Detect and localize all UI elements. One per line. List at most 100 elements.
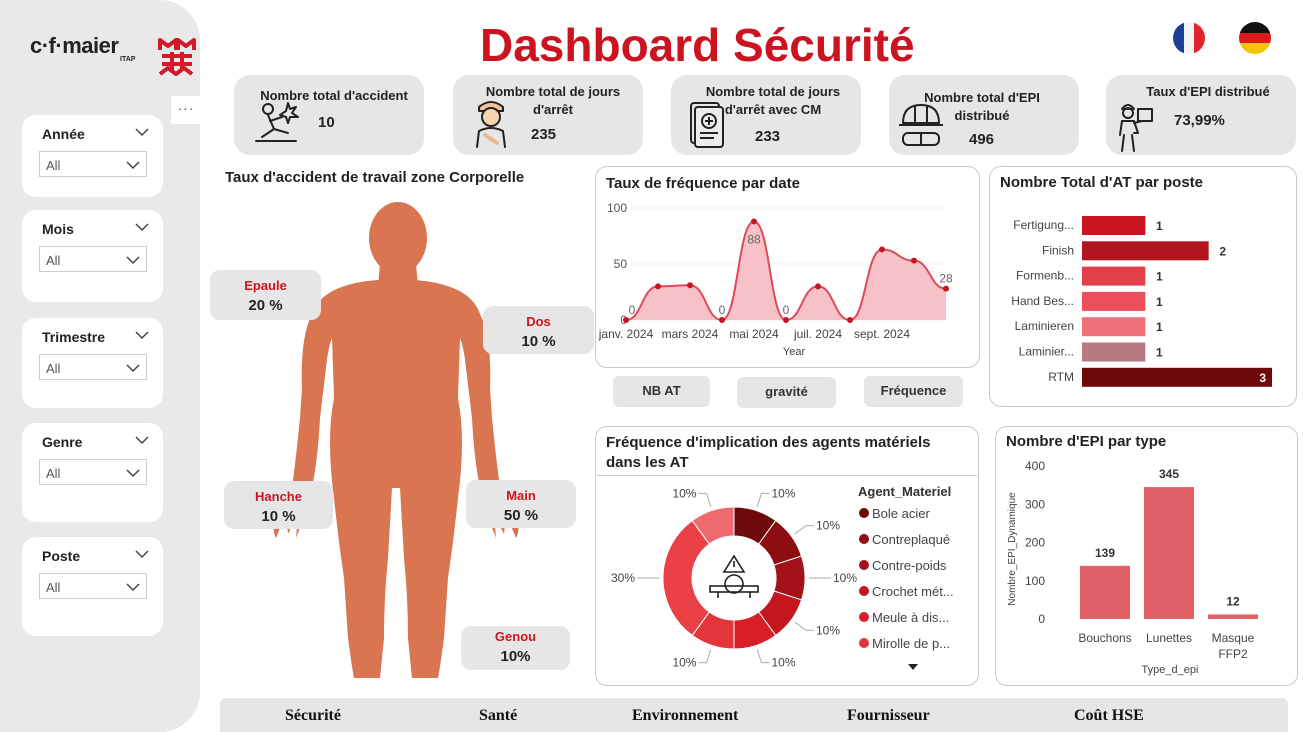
- category-label: Laminieren: [1015, 319, 1074, 333]
- x-tick-label: sept. 2024: [854, 327, 910, 341]
- filter-value: All: [46, 158, 61, 173]
- slice-label: 10%: [833, 571, 857, 585]
- zone-knee: Genou 10%: [461, 626, 570, 670]
- y-tick-label: 0: [1038, 612, 1045, 626]
- brand-logo-mark-icon: [158, 38, 196, 76]
- data-point: [943, 285, 949, 292]
- filter-label: Mois: [42, 221, 74, 237]
- category-label: Laminier...: [1019, 345, 1074, 359]
- bar: [1082, 266, 1146, 286]
- filter-select[interactable]: All: [39, 246, 147, 272]
- kpi-value: 233: [755, 128, 781, 145]
- y-tick-label: 300: [1025, 497, 1045, 511]
- warning-saw-icon: [702, 546, 766, 610]
- chevron-down-icon: [126, 364, 140, 373]
- y-tick-label: 400: [1025, 459, 1045, 473]
- brand-logo-text: c·f·maier: [30, 33, 119, 58]
- gravity-button[interactable]: gravité: [737, 377, 836, 408]
- bar: [1208, 614, 1258, 619]
- ppe-by-type-chart[interactable]: 0 100 200 300 400 139 Bouchons 345 Lunettes 12 Mas…: [996, 452, 1296, 684]
- more-options-button[interactable]: ···: [171, 96, 201, 124]
- nav-sante[interactable]: Santé: [479, 707, 517, 725]
- triangle-down-icon: [908, 664, 918, 670]
- x-tick-label: juil. 2024: [793, 327, 842, 341]
- bar-value-label: 12: [1226, 594, 1240, 608]
- kpi-card-ppe-rate: Taux d'EPI distribué 73,99%: [1106, 75, 1296, 155]
- category-label: Formenb...: [1016, 269, 1074, 283]
- zone-hand: Main 50 %: [466, 480, 576, 528]
- filter-3: Genre All: [22, 423, 163, 522]
- chevron-down-icon[interactable]: [135, 330, 149, 340]
- nav-fournisseur[interactable]: Fournisseur: [847, 707, 930, 725]
- zone-name: Main: [506, 488, 536, 503]
- data-label: 0: [719, 303, 726, 317]
- category-label: Finish: [1042, 243, 1074, 257]
- legend-label: Mirolle de p...: [872, 636, 950, 651]
- bar-value-label: 2: [1219, 244, 1226, 258]
- filter-select[interactable]: All: [39, 459, 147, 485]
- chevron-down-icon[interactable]: [135, 222, 149, 232]
- category-label: FFP2: [1218, 647, 1248, 661]
- filter-value: All: [46, 361, 61, 376]
- chevron-down-icon: [126, 161, 140, 170]
- data-label: 0: [629, 303, 636, 317]
- data-label: 88: [747, 232, 761, 246]
- legend-label: Crochet mét...: [872, 584, 954, 599]
- body-zone-title: Taux d'accident de travail zone Corporel…: [225, 169, 525, 186]
- bar: [1082, 291, 1146, 311]
- flag-france-icon[interactable]: [1173, 22, 1205, 54]
- at-by-post-title: Nombre Total d'AT par poste: [1000, 174, 1204, 191]
- frequency-button[interactable]: Fréquence: [864, 376, 963, 407]
- zone-value: 10 %: [521, 333, 556, 350]
- slice-label: 30%: [611, 571, 635, 585]
- leader-line: [706, 649, 712, 663]
- nav-environnement[interactable]: Environnement: [632, 707, 738, 725]
- zone-value: 10 %: [261, 508, 296, 525]
- legend-label: Bole acier: [872, 506, 930, 521]
- kpi-card-days-off: Nombre total de jours d'arrêt 235: [453, 75, 643, 155]
- category-label: Masque: [1212, 631, 1255, 645]
- x-axis-title: Year: [783, 346, 806, 358]
- bar-value-label: 1: [1156, 346, 1163, 360]
- data-point: [655, 283, 661, 290]
- filter-label: Poste: [42, 548, 81, 564]
- kpi-label: Nombre total d'accident: [260, 88, 408, 103]
- x-tick-label: mai 2024: [729, 327, 779, 341]
- kpi-label: Nombre total de jours d'arrêt: [485, 84, 621, 117]
- slice-label: 10%: [672, 486, 696, 500]
- chevron-down-icon: [126, 256, 140, 265]
- filter-select[interactable]: All: [39, 573, 147, 599]
- slice-label: 10%: [672, 656, 696, 670]
- at-by-post-chart[interactable]: Fertigung... 1 Finish 2 Formenb... 1 Hand Bes.…: [990, 198, 1296, 404]
- chevron-down-icon[interactable]: [135, 549, 149, 559]
- leader-line: [706, 493, 712, 507]
- zone-back: Dos 10 %: [483, 306, 594, 354]
- y-axis-title: Nombre_EPI_Dynamique: [1007, 492, 1018, 606]
- kpi-value: 73,99%: [1174, 112, 1225, 129]
- chevron-down-icon[interactable]: [135, 127, 149, 137]
- filter-select[interactable]: All: [39, 354, 147, 380]
- zone-name: Genou: [494, 629, 537, 644]
- bar: [1082, 241, 1209, 261]
- agent-materiel-chart[interactable]: 10% 10% 10% 10% 10% 10% 30% 10% Agent_Materiel Bo…: [597, 476, 977, 684]
- nav-cout-hse[interactable]: Coût HSE: [1074, 707, 1144, 725]
- leader-line: [756, 649, 762, 663]
- zone-name: Hanche: [255, 489, 302, 504]
- chevron-down-icon[interactable]: [135, 435, 149, 445]
- agent-materiel-title: Fréquence d'implication des agents matér…: [606, 434, 931, 471]
- nav-securite[interactable]: Sécurité: [285, 707, 341, 725]
- kpi-card-ppe-distributed: Nombre total d'EPI distribué 496: [889, 75, 1079, 155]
- chevron-down-icon: [126, 583, 140, 592]
- nb-at-button[interactable]: NB AT: [613, 376, 710, 407]
- filter-value: All: [46, 580, 61, 595]
- kpi-value: 10: [318, 114, 335, 131]
- data-point: [911, 257, 917, 264]
- category-label: Lunettes: [1146, 631, 1192, 645]
- flag-germany-icon[interactable]: [1239, 22, 1271, 54]
- bar-value-label: 1: [1156, 295, 1163, 309]
- slice-label: 10%: [816, 623, 840, 637]
- leader-line: [794, 621, 807, 631]
- zone-name: Epaule: [244, 278, 287, 293]
- filter-select[interactable]: All: [39, 151, 147, 177]
- frequency-rate-chart[interactable]: 0501000088028janv. 2024mars 2024mai 2024…: [596, 196, 979, 366]
